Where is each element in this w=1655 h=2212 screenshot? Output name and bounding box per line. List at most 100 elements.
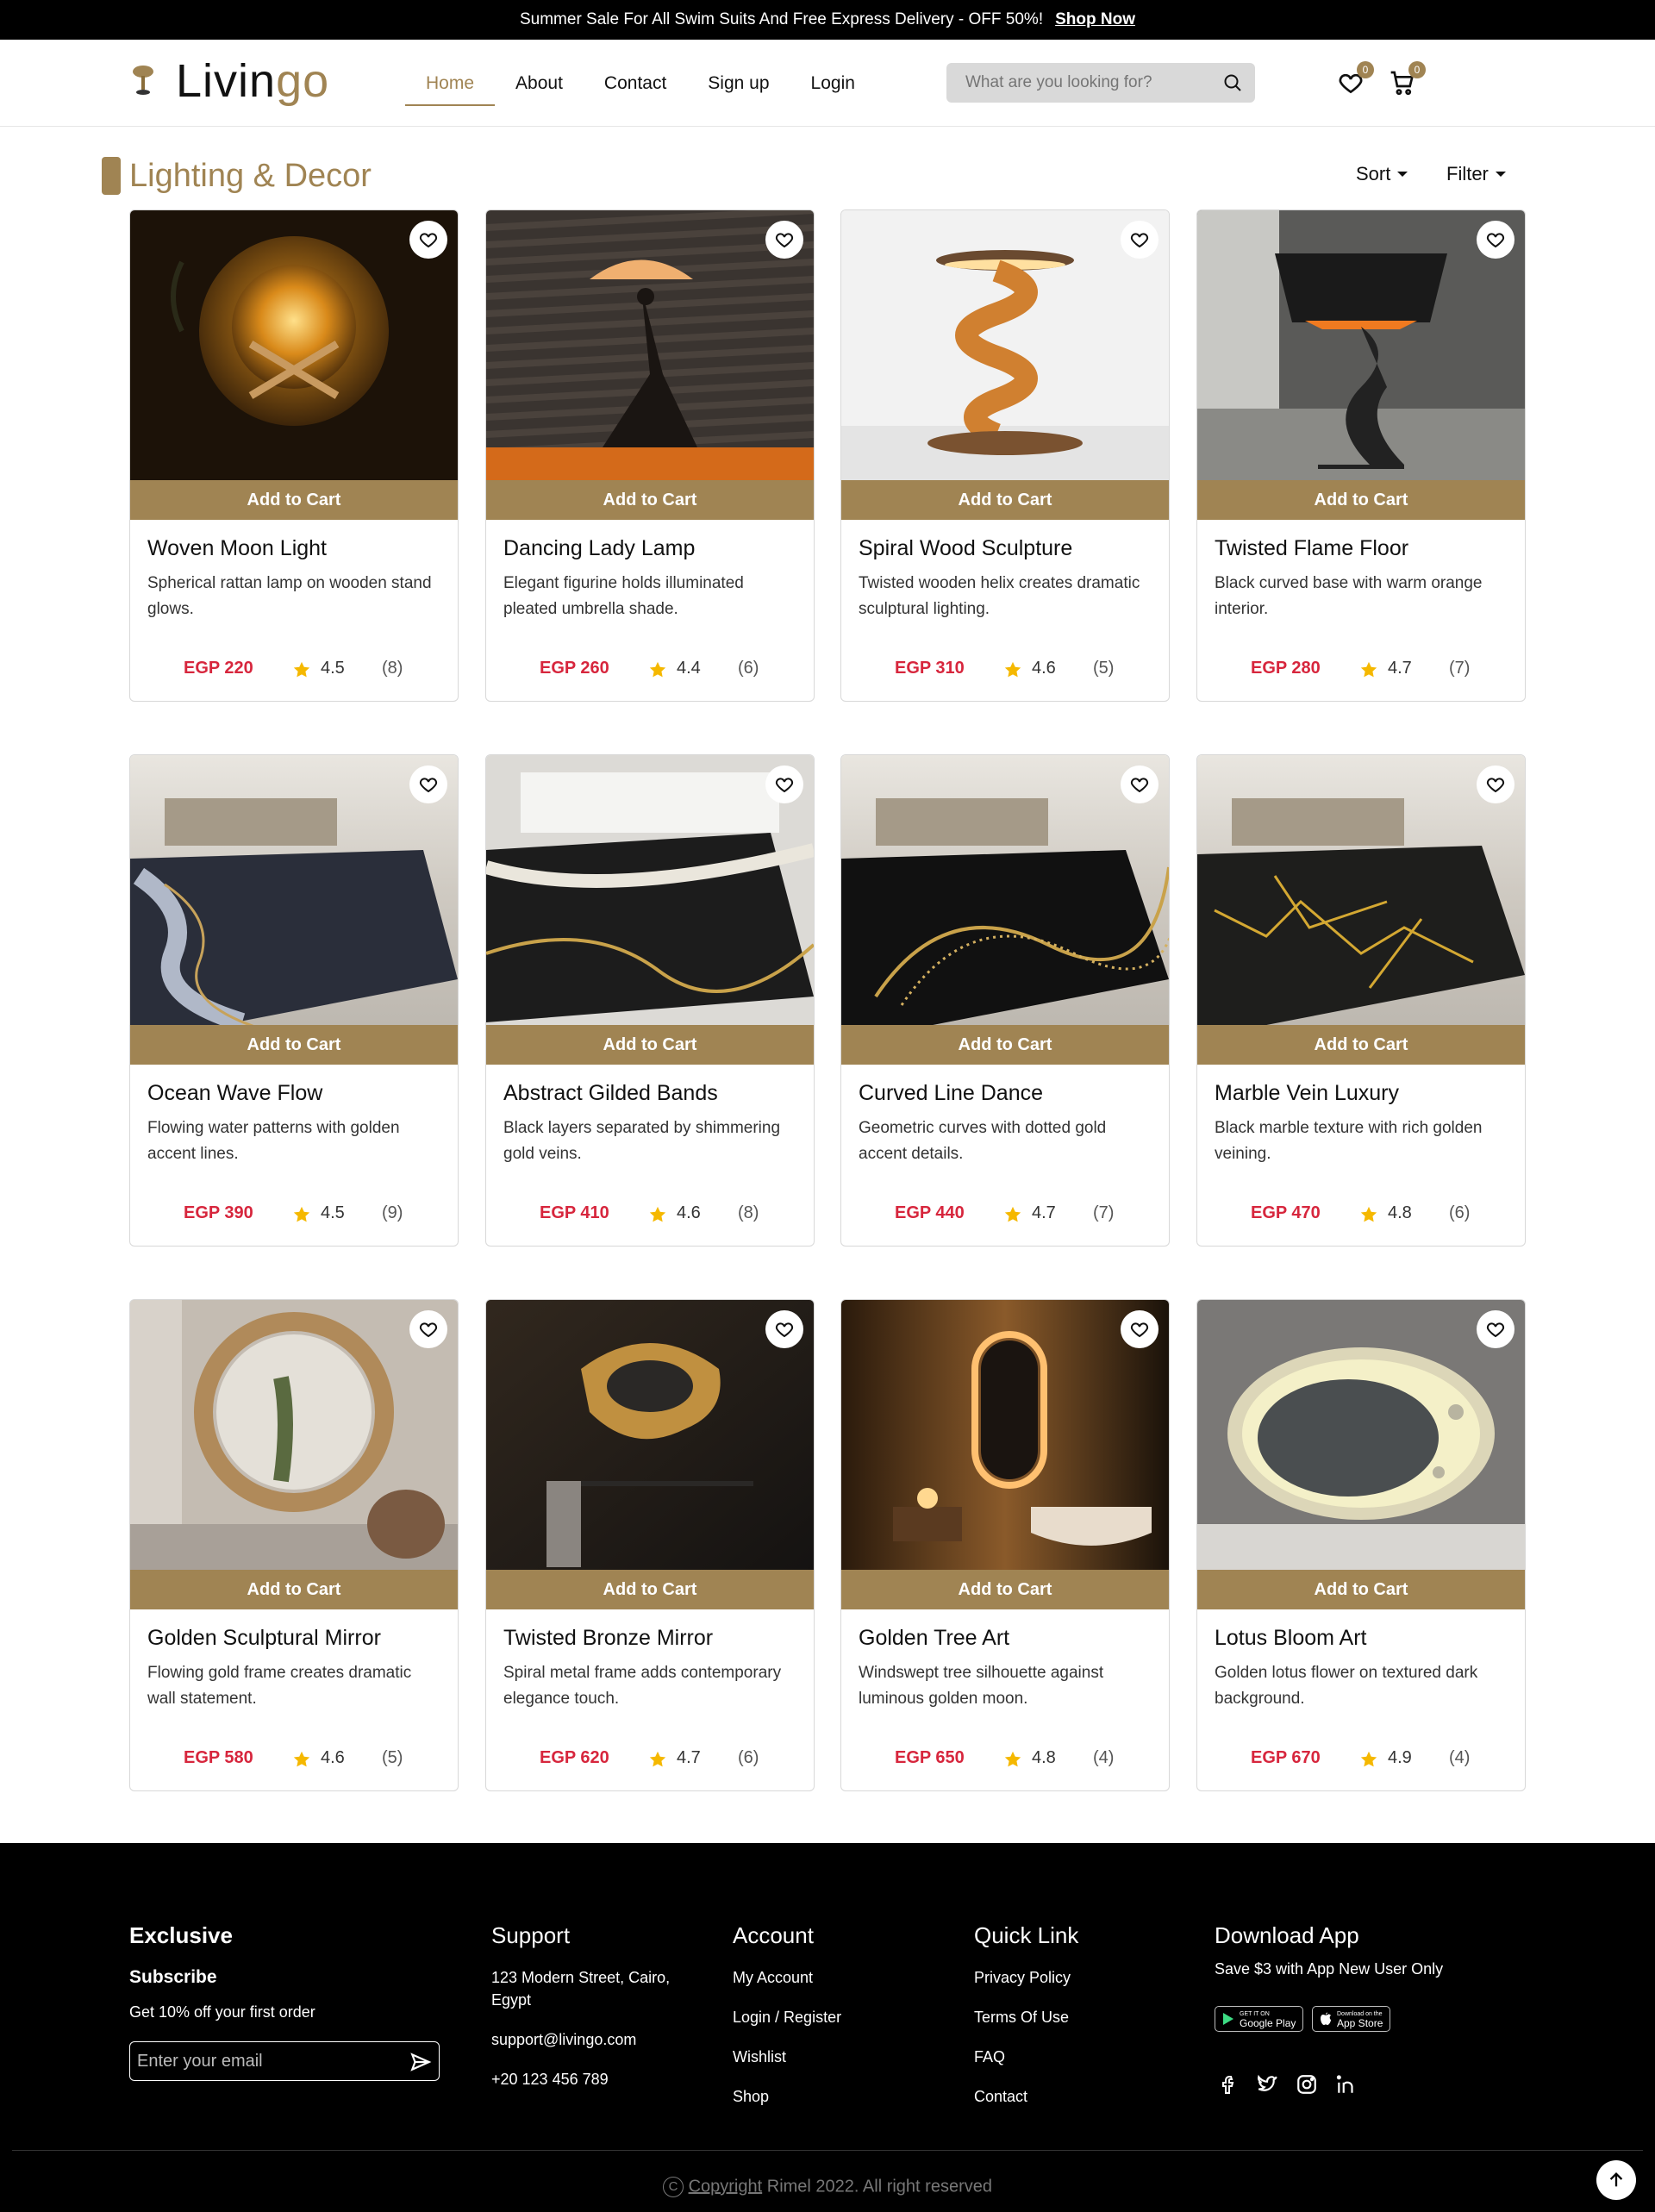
product-card[interactable]: Add to Cart Abstract Gilded Bands Black la… [485, 754, 815, 1247]
heart-icon [775, 1322, 794, 1338]
search-icon[interactable] [1222, 72, 1243, 93]
facebook-icon[interactable] [1218, 2073, 1239, 2096]
add-to-wishlist-button[interactable] [765, 1310, 803, 1348]
product-image[interactable] [130, 210, 458, 480]
add-to-cart-button[interactable]: Add to Cart [486, 480, 814, 520]
subscribe-email-input[interactable] [130, 2042, 389, 2080]
product-image[interactable] [841, 1300, 1169, 1570]
copyright-link[interactable]: Copyright [689, 2177, 763, 2196]
add-to-wishlist-button[interactable] [1121, 765, 1158, 803]
product-name[interactable]: Woven Moon Light [147, 536, 327, 561]
send-icon[interactable] [409, 2051, 432, 2073]
add-to-cart-button[interactable]: Add to Cart [486, 1025, 814, 1065]
product-image[interactable] [130, 1300, 458, 1570]
product-image[interactable] [486, 210, 814, 480]
footer-link-faq[interactable]: FAQ [974, 2046, 1078, 2068]
product-name[interactable]: Twisted Flame Floor [1215, 536, 1408, 561]
product-card[interactable]: Add to Cart Dancing Lady Lamp Elegant figu… [485, 209, 815, 702]
add-to-wishlist-button[interactable] [1477, 765, 1514, 803]
footer-link-contact[interactable]: Contact [974, 2085, 1078, 2108]
add-to-cart-button[interactable]: Add to Cart [130, 1025, 458, 1065]
filter-dropdown[interactable]: Filter [1446, 163, 1506, 185]
product-name[interactable]: Golden Tree Art [859, 1626, 1009, 1651]
star-icon [1004, 661, 1021, 678]
product-card[interactable]: Add to Cart Lotus Bloom Art Golden lotus f… [1196, 1299, 1526, 1791]
nav-sign-up[interactable]: Sign up [687, 40, 790, 127]
product-card[interactable]: Add to Cart Twisted Flame Floor Black curv… [1196, 209, 1526, 702]
add-to-wishlist-button[interactable] [765, 765, 803, 803]
google-play-icon [1223, 2013, 1233, 2025]
product-image[interactable] [841, 210, 1169, 480]
add-to-cart-button[interactable]: Add to Cart [1197, 1025, 1525, 1065]
product-card[interactable]: Add to Cart Golden Tree Art Windswept tree… [840, 1299, 1170, 1791]
product-name[interactable]: Golden Sculptural Mirror [147, 1626, 381, 1651]
product-card[interactable]: Add to Cart Twisted Bronze Mirror Spiral m… [485, 1299, 815, 1791]
product-card[interactable]: Add to Cart Woven Moon Light Spherical rat… [129, 209, 459, 702]
product-card[interactable]: Add to Cart Marble Vein Luxury Black marbl… [1196, 754, 1526, 1247]
nav-login[interactable]: Login [790, 40, 876, 127]
instagram-icon[interactable] [1296, 2073, 1318, 2096]
nav-contact[interactable]: Contact [584, 40, 687, 127]
wishlist-button[interactable]: 0 [1337, 61, 1374, 98]
footer-link-my-account[interactable]: My Account [733, 1966, 841, 1989]
footer-link-terms[interactable]: Terms Of Use [974, 2006, 1078, 2028]
add-to-wishlist-button[interactable] [765, 221, 803, 259]
add-to-wishlist-button[interactable] [1477, 1310, 1514, 1348]
product-image[interactable] [841, 755, 1169, 1025]
add-to-wishlist-button[interactable] [409, 221, 447, 259]
product-card[interactable]: Add to Cart Ocean Wave Flow Flowing water … [129, 754, 459, 1247]
product-name[interactable]: Curved Line Dance [859, 1081, 1043, 1106]
product-card[interactable]: Add to Cart Golden Sculptural Mirror Flowi… [129, 1299, 459, 1791]
nav-home[interactable]: Home [405, 40, 496, 127]
add-to-cart-button[interactable]: Add to Cart [841, 480, 1169, 520]
sort-dropdown[interactable]: Sort [1356, 163, 1408, 185]
google-play-button[interactable]: GET IT ON Google Play [1215, 2006, 1304, 2032]
add-to-cart-button[interactable]: Add to Cart [486, 1570, 814, 1609]
product-name[interactable]: Dancing Lady Lamp [503, 536, 695, 561]
add-to-cart-button[interactable]: Add to Cart [841, 1025, 1169, 1065]
product-name[interactable]: Spiral Wood Sculpture [859, 536, 1072, 561]
product-name[interactable]: Ocean Wave Flow [147, 1081, 322, 1106]
product-image[interactable] [1197, 755, 1525, 1025]
add-to-wishlist-button[interactable] [409, 765, 447, 803]
product-image[interactable] [130, 755, 458, 1025]
product-card[interactable]: Add to Cart Curved Line Dance Geometric cu… [840, 754, 1170, 1247]
add-to-cart-button[interactable]: Add to Cart [1197, 480, 1525, 520]
footer-phone[interactable]: +20 123 456 789 [491, 2068, 690, 2090]
add-to-wishlist-button[interactable] [409, 1310, 447, 1348]
product-card[interactable]: Add to Cart Spiral Wood Sculpture Twisted … [840, 209, 1170, 702]
product-image[interactable] [486, 755, 814, 1025]
product-name[interactable]: Abstract Gilded Bands [503, 1081, 718, 1106]
product-description: Geometric curves with dotted gold accent… [859, 1119, 1107, 1163]
product-image[interactable] [486, 1300, 814, 1570]
linkedin-icon[interactable] [1335, 2073, 1358, 2096]
shop-now-link[interactable]: Shop Now [1055, 10, 1135, 29]
add-to-wishlist-button[interactable] [1121, 221, 1158, 259]
nav-about[interactable]: About [495, 40, 584, 127]
logo[interactable]: Livingo [129, 55, 329, 107]
add-to-cart-button[interactable]: Add to Cart [130, 480, 458, 520]
footer-link-privacy[interactable]: Privacy Policy [974, 1966, 1078, 1989]
footer-link-login-register[interactable]: Login / Register [733, 2006, 841, 2028]
product-name[interactable]: Twisted Bronze Mirror [503, 1626, 713, 1651]
add-to-cart-button[interactable]: Add to Cart [841, 1570, 1169, 1609]
product-image[interactable] [1197, 210, 1525, 480]
twitter-icon[interactable] [1256, 2073, 1278, 2096]
product-image[interactable] [1197, 1300, 1525, 1570]
add-to-cart-button[interactable]: Add to Cart [1197, 1570, 1525, 1609]
footer-address: 123 Modern Street, Cairo, Egypt [491, 1969, 671, 2009]
add-to-wishlist-button[interactable] [1121, 1310, 1158, 1348]
product-name[interactable]: Lotus Bloom Art [1215, 1626, 1366, 1651]
footer-link-wishlist[interactable]: Wishlist [733, 2046, 841, 2068]
scroll-to-top-button[interactable] [1596, 2160, 1636, 2200]
add-to-wishlist-button[interactable] [1477, 221, 1514, 259]
product-name[interactable]: Marble Vein Luxury [1215, 1081, 1399, 1106]
star-icon [1360, 661, 1377, 678]
search-input[interactable] [946, 63, 1205, 103]
footer-email[interactable]: support@livingo.com [491, 2028, 690, 2051]
footer-link-shop[interactable]: Shop [733, 2085, 841, 2108]
app-store-button[interactable]: Download on the App Store [1312, 2006, 1391, 2032]
add-to-cart-button[interactable]: Add to Cart [130, 1570, 458, 1609]
product-price: EGP 670 [1251, 1748, 1321, 1767]
cart-button[interactable]: 0 [1389, 61, 1426, 98]
